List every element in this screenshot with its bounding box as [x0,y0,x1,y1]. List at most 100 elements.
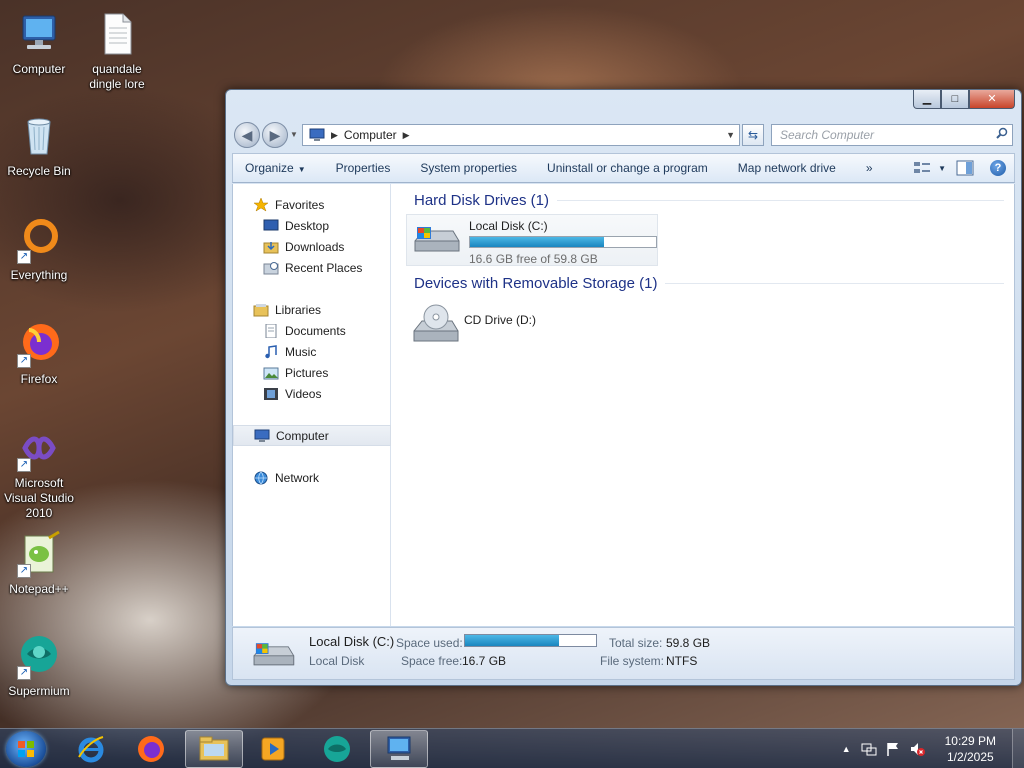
drive-c-name: Local Disk (C:) [469,219,548,233]
taskbar-supermium[interactable] [308,730,366,768]
navigation-pane: Favorites Desktop Downloads Recent Place… [233,184,391,626]
network-tray-icon[interactable] [861,741,877,757]
drive-c-usage-bar [469,236,657,248]
system-tray: ▲ 10:29 PM 1/2/2025 [842,729,1024,768]
libraries-icon [253,303,269,316]
desktop-icon-label: Firefox [20,372,58,386]
properties-button[interactable]: Properties [336,161,391,175]
nav-downloads[interactable]: Downloads [233,236,391,257]
chevron-down-icon: ▼ [297,165,306,174]
nav-documents[interactable]: Documents [233,320,391,341]
desktop-icon [263,219,279,230]
taskbar-media-player[interactable] [244,730,302,768]
recent-pages-dropdown[interactable]: ▼ [290,130,298,139]
desktop-icon-text-file[interactable]: quandale dingle lore [79,10,155,92]
breadcrumb-separator-icon: ▶ [331,129,338,140]
taskbar-computer[interactable] [370,730,428,768]
supermium-icon: ↗ [15,632,63,680]
help-icon[interactable]: ? [990,160,1006,176]
computer-small-icon [254,429,270,442]
search-input[interactable] [771,124,1013,146]
shortcut-arrow-icon: ↗ [17,354,31,368]
details-file-system-value: NTFS [666,654,698,668]
desktop-icon-firefox[interactable]: ↗ Firefox [1,320,77,387]
group-divider [557,200,1004,201]
nav-libraries[interactable]: Libraries [233,299,391,320]
refresh-button[interactable]: ⇆ [742,124,764,146]
minimize-button[interactable]: ▁ [913,90,941,109]
forward-button[interactable]: ▶ [262,122,288,148]
details-drive-type: Local Disk [309,654,365,668]
nav-videos-label: Videos [285,386,322,401]
desktop-icon-everything[interactable]: ↗ Everything [1,216,77,283]
downloads-folder-icon [263,241,279,253]
desktop-icon-computer[interactable]: Computer [1,10,77,77]
maximize-button[interactable]: □ [941,90,969,109]
search-icon[interactable] [996,127,1008,139]
details-space-free-label: Space free: [401,654,463,668]
preview-pane-icon[interactable] [954,159,976,177]
details-space-free-value: 16.7 GB [462,654,507,668]
more-commands-button[interactable]: » [866,161,873,175]
drive-c-free-space: 16.6 GB free of 59.8 GB [469,252,598,266]
nav-favorites[interactable]: Favorites [233,194,391,215]
back-button[interactable]: ◀ [234,122,260,148]
everything-icon: ↗ [15,216,63,264]
breadcrumb-separator-icon[interactable]: ▶ [403,130,410,141]
firefox-icon [138,736,164,762]
nav-music[interactable]: Music [233,341,391,362]
drive-d-tile[interactable]: CD Drive (D:) [406,298,658,348]
view-dropdown-icon[interactable]: ▼ [938,164,946,173]
address-bar[interactable]: ▶ Computer ▶ ▼ [302,124,740,146]
nav-recent-places[interactable]: Recent Places [233,257,391,278]
group-header-removable[interactable]: Devices with Removable Storage (1) [414,275,1004,292]
hard-drive-icon [253,643,295,666]
desktop-icon-recycle-bin[interactable]: Recycle Bin [1,112,77,179]
nav-computer[interactable]: Computer [233,425,391,446]
close-button[interactable]: ✕ [969,90,1015,109]
drive-c-tile[interactable]: Local Disk (C:) 16.6 GB free of 59.8 GB [406,214,658,266]
volume-muted-icon[interactable] [909,741,925,757]
shortcut-arrow-icon: ↗ [17,458,31,472]
desktop-icon-notepad-plus-plus[interactable]: ↗ Notepad++ [1,530,77,597]
show-hidden-icons-icon[interactable]: ▲ [842,744,851,754]
nav-network[interactable]: Network [233,467,391,488]
documents-icon [265,323,277,338]
taskbar-firefox[interactable] [122,730,180,768]
map-network-drive-button[interactable]: Map network drive [738,161,836,175]
taskbar: ▲ 10:29 PM 1/2/2025 [0,728,1024,768]
nav-pictures[interactable]: Pictures [233,362,391,383]
supermium-icon [324,736,350,762]
uninstall-program-button[interactable]: Uninstall or change a program [547,161,708,175]
network-icon [254,471,268,484]
desktop-icon-visual-studio[interactable]: ↗ Microsoft Visual Studio 2010 [1,424,77,521]
breadcrumb-computer[interactable]: Computer [344,128,397,142]
details-drive-name: Local Disk (C:) [309,634,395,649]
internet-explorer-icon [78,736,104,763]
taskbar-internet-explorer[interactable] [62,730,120,768]
notepad-plus-plus-icon: ↗ [15,530,63,578]
address-row: ◀ ▶ ▼ ▶ Computer ▶ ▼ ⇆ [234,122,1013,148]
organize-button[interactable]: Organize ▼ [245,161,306,175]
desktop-icon-supermium[interactable]: ↗ Supermium [1,632,77,699]
address-dropdown-icon[interactable]: ▼ [726,130,735,140]
show-desktop-button[interactable] [1012,729,1024,768]
recycle-bin-icon [15,112,63,160]
details-usage-bar [464,634,597,647]
details-total-size-value: 59.8 GB [666,636,711,650]
computer-icon [15,10,63,58]
group-header-hdd[interactable]: Hard Disk Drives (1) [414,192,1004,209]
nav-desktop[interactable]: Desktop [233,215,391,236]
nav-videos[interactable]: Videos [233,383,391,404]
action-center-flag-icon[interactable] [885,741,901,757]
organize-label: Organize [245,161,294,175]
start-button[interactable] [6,731,46,767]
desktop-icon-label: Supermium [8,684,70,698]
change-view-icon[interactable] [912,159,934,177]
taskbar-windows-explorer[interactable] [185,730,243,768]
caption-buttons: ▁ □ ✕ [913,90,1015,109]
desktop-icon-label: Computer [12,62,66,76]
clock[interactable]: 10:29 PM 1/2/2025 [945,733,996,765]
folder-icon [199,736,229,761]
system-properties-button[interactable]: System properties [420,161,517,175]
